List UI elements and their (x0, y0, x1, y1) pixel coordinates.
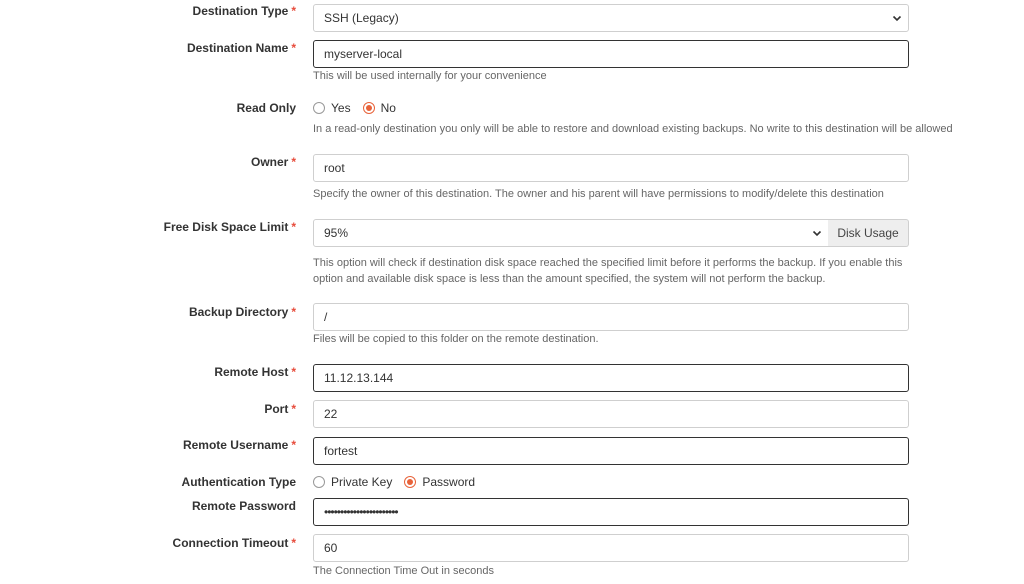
remote-host-input[interactable]: 11.12.13.144 (313, 364, 909, 392)
connection-timeout-label: Connection Timeout * (172, 536, 296, 550)
radio-yes[interactable] (313, 102, 325, 114)
remote-username-value: fortest (324, 444, 358, 458)
free-disk-space-help-line1: This option will check if destination di… (313, 257, 903, 269)
backup-directory-input[interactable]: / (313, 303, 909, 331)
destination-form: Destination Type * SSH (Legacy) Destinati… (0, 0, 1024, 584)
port-value: 22 (324, 407, 338, 421)
destination-type-label: Destination Type * (192, 4, 296, 18)
free-disk-space-limit-value: 95% (324, 226, 349, 240)
required-marker: * (291, 4, 296, 18)
owner-label: Owner * (250, 155, 296, 169)
destination-name-label: Destination Name * (186, 41, 296, 55)
free-disk-space-help-line2: option and available disk space is less … (313, 273, 826, 285)
remote-host-value: 11.12.13.144 (324, 371, 394, 385)
radio-password[interactable] (404, 476, 417, 488)
destination-type-select[interactable]: SSH (Legacy) (313, 4, 909, 32)
read-only-label: Read Only (236, 101, 296, 115)
connection-timeout-value: 60 (324, 541, 338, 555)
read-only-no-label: No (380, 101, 396, 115)
required-marker: * (291, 536, 296, 550)
auth-password-option[interactable]: Password (404, 475, 475, 489)
free-disk-space-limit-select[interactable]: 95% (313, 219, 829, 247)
chevron-down-icon (892, 15, 902, 22)
port-input[interactable]: 22 (313, 400, 909, 428)
owner-input[interactable]: root (313, 154, 909, 182)
required-marker: * (291, 438, 296, 452)
required-marker: * (291, 402, 296, 416)
connection-timeout-input[interactable]: 60 (313, 534, 909, 562)
required-marker: * (291, 41, 296, 55)
free-disk-space-limit-label: Free Disk Space Limit * (163, 220, 296, 234)
connection-timeout-help: The Connection Time Out in seconds (313, 565, 494, 577)
read-only-yes-option[interactable]: Yes (313, 101, 351, 115)
authentication-type-radio-group: Private Key Password (313, 474, 487, 490)
auth-private-key-option[interactable]: Private Key (313, 475, 392, 489)
port-label: Port * (264, 402, 296, 416)
required-marker: * (291, 155, 296, 169)
authentication-type-label: Authentication Type (181, 475, 296, 489)
owner-value: root (324, 161, 345, 175)
read-only-no-option[interactable]: No (362, 101, 396, 115)
destination-name-input[interactable]: myserver-local (313, 40, 909, 68)
remote-username-input[interactable]: fortest (313, 437, 909, 465)
remote-host-label: Remote Host * (214, 365, 296, 379)
destination-name-help: This will be used internally for your co… (313, 70, 547, 82)
read-only-radio-group: Yes No (313, 100, 408, 116)
backup-directory-value: / (324, 310, 328, 324)
read-only-yes-label: Yes (331, 101, 351, 115)
required-marker: * (291, 220, 296, 234)
disk-usage-button[interactable]: Disk Usage (828, 219, 909, 247)
required-marker: * (291, 305, 296, 319)
auth-password-label: Password (422, 475, 476, 489)
auth-private-key-label: Private Key (331, 475, 393, 489)
remote-password-input[interactable]: ••••••••••••••••••••••• (313, 498, 909, 526)
radio-no[interactable] (362, 102, 375, 114)
destination-type-value: SSH (Legacy) (324, 11, 399, 25)
backup-directory-help: Files will be copied to this folder on t… (313, 333, 599, 345)
remote-password-label: Remote Password (191, 499, 296, 513)
read-only-help: In a read-only destination you only will… (313, 123, 953, 135)
backup-directory-label: Backup Directory * (188, 305, 296, 319)
owner-help: Specify the owner of this destination. T… (313, 188, 884, 200)
chevron-down-icon (812, 230, 822, 237)
required-marker: * (291, 365, 296, 379)
destination-name-value: myserver-local (324, 47, 403, 61)
remote-username-label: Remote Username * (182, 438, 296, 452)
radio-private-key[interactable] (313, 476, 325, 488)
remote-password-value: ••••••••••••••••••••••• (324, 505, 399, 519)
